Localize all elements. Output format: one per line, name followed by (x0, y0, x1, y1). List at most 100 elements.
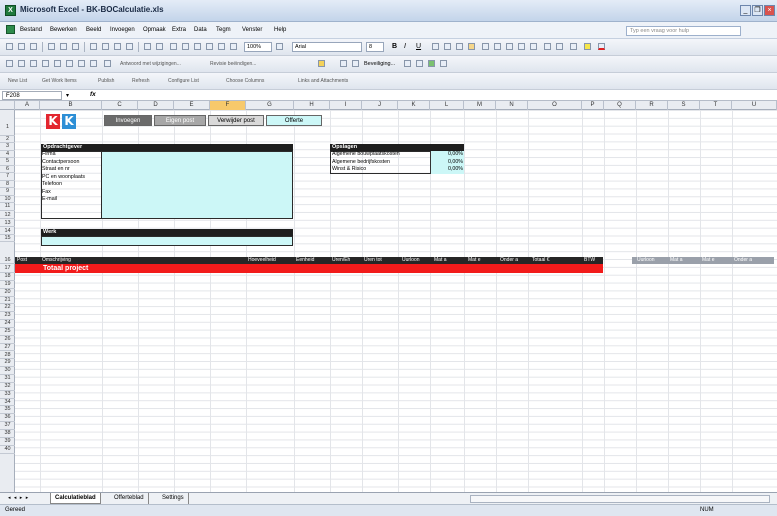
verwijder-post-button[interactable]: Verwijder post (208, 115, 264, 126)
row-header[interactable]: 21 (0, 297, 15, 305)
align-left-icon[interactable] (432, 43, 439, 50)
row-header[interactable]: 29 (0, 359, 15, 368)
fx-icon[interactable]: fx (90, 91, 96, 98)
close-button[interactable]: × (764, 5, 775, 16)
eigen-post-button[interactable]: Eigen post (154, 115, 206, 126)
row-header[interactable]: 33 (0, 391, 15, 399)
name-box-dropdown-icon[interactable]: ▾ (66, 92, 69, 99)
menu-invoegen[interactable]: Invoegen (110, 27, 135, 33)
col-header[interactable]: L (430, 101, 464, 110)
col-header[interactable]: O (528, 101, 582, 110)
row-header[interactable]: 24 (0, 320, 15, 328)
sheet-tab-settings[interactable]: Settings (158, 493, 189, 504)
underline-button[interactable]: U (416, 43, 421, 50)
col-header[interactable]: I (330, 101, 362, 110)
comment-icon[interactable] (18, 60, 25, 67)
percent-icon[interactable] (494, 43, 501, 50)
row-header[interactable]: 18 (0, 273, 15, 281)
ink-annotations-icon[interactable] (78, 60, 85, 67)
totaal-project-row[interactable]: Totaal project (15, 264, 603, 273)
row-header[interactable]: 8 (0, 181, 15, 188)
sort-asc-icon[interactable] (194, 43, 201, 50)
redo-icon[interactable] (156, 43, 163, 50)
reply-icon[interactable] (104, 60, 111, 67)
row-header[interactable]: 3 (0, 143, 15, 151)
row-header[interactable]: 15 (0, 235, 15, 242)
col-header[interactable]: R (636, 101, 668, 110)
tb3-new-list[interactable]: New List (8, 78, 27, 84)
row-header[interactable]: 2 (0, 136, 15, 143)
row-header[interactable]: 12 (0, 211, 15, 219)
row-header[interactable]: 38 (0, 430, 15, 438)
italic-button[interactable]: I (404, 43, 406, 50)
row-header[interactable]: 11 (0, 203, 15, 211)
name-box[interactable]: F208 (2, 91, 62, 100)
row-header[interactable]: 6 (0, 166, 15, 173)
menu-venster[interactable]: Venster (242, 27, 262, 33)
menu-extra[interactable]: Extra (172, 27, 186, 33)
tb3-publish[interactable]: Publish (98, 78, 114, 84)
track-changes-icon[interactable] (42, 60, 49, 67)
help-search-input[interactable]: Typ een vraag voor hulp (626, 26, 741, 36)
row-header[interactable]: 23 (0, 312, 15, 321)
menu-opmaak[interactable]: Opmaak (143, 27, 166, 33)
zoom-select[interactable]: 100% (244, 42, 272, 52)
row-header[interactable]: 30 (0, 367, 15, 376)
spelling-icon[interactable] (72, 43, 79, 50)
sort-desc-icon[interactable] (206, 43, 213, 50)
help-icon[interactable] (276, 43, 283, 50)
row-header[interactable]: 27 (0, 344, 15, 352)
copy-icon[interactable] (102, 43, 109, 50)
tb3-configure-list[interactable]: Configure List (168, 78, 199, 84)
tb3-refresh[interactable]: Refresh (132, 78, 150, 84)
hyperlink-icon[interactable] (170, 43, 177, 50)
col-header[interactable]: Q (604, 101, 636, 110)
menu-bestand[interactable]: Bestand (20, 27, 42, 33)
bold-button[interactable]: B (392, 43, 397, 50)
delete-comment-icon[interactable] (66, 60, 73, 67)
font-select[interactable]: Arial (292, 42, 362, 52)
row-header[interactable]: 39 (0, 438, 15, 446)
sheet-nav-arrows[interactable]: ◂ ◂ ▸ ▸ (4, 493, 33, 504)
vba-editor-icon[interactable] (404, 60, 411, 67)
script-editor-icon[interactable] (440, 60, 447, 67)
sheet-tab-calculatieblad[interactable]: Calculatieblad (50, 493, 101, 504)
control-toolbox-icon[interactable] (416, 60, 423, 67)
col-header[interactable]: M (464, 101, 496, 110)
row-header[interactable]: 17 (0, 264, 15, 273)
align-right-icon[interactable] (456, 43, 463, 50)
row-header[interactable]: 5 (0, 158, 15, 166)
row-header[interactable]: 9 (0, 188, 15, 196)
autosum-icon[interactable] (182, 43, 189, 50)
currency-icon[interactable] (482, 43, 489, 50)
menu-data[interactable]: Data (194, 27, 207, 33)
row-header[interactable]: 32 (0, 383, 15, 391)
align-center-icon[interactable] (444, 43, 451, 50)
drawing-icon[interactable] (230, 43, 237, 50)
print-icon[interactable] (48, 43, 55, 50)
tb3-get-work-items[interactable]: Get Work Items (42, 78, 77, 84)
col-header[interactable]: U (732, 101, 777, 110)
menu-help[interactable]: Help (274, 27, 286, 33)
design-mode-icon[interactable] (428, 60, 435, 67)
col-header[interactable]: P (582, 101, 604, 110)
increase-indent-icon[interactable] (556, 43, 563, 50)
col-header[interactable]: T (700, 101, 732, 110)
row-header[interactable]: 26 (0, 336, 15, 344)
open-icon[interactable] (18, 43, 25, 50)
minimize-button[interactable]: _ (740, 5, 751, 16)
col-header[interactable]: J (362, 101, 398, 110)
row-header[interactable]: 7 (0, 173, 15, 181)
save-icon[interactable] (30, 43, 37, 50)
tb3-links-attachments[interactable]: Links and Attachments (298, 78, 348, 84)
row-header[interactable]: 10 (0, 196, 15, 203)
end-review-label[interactable]: Revisie beëindigen... (210, 61, 256, 67)
row-header[interactable]: 40 (0, 446, 15, 454)
restore-button[interactable]: ❐ (752, 5, 763, 16)
run-icon[interactable] (340, 60, 347, 67)
cut-icon[interactable] (90, 43, 97, 50)
row-header[interactable]: 14 (0, 227, 15, 235)
row-header[interactable]: 1 (0, 110, 15, 136)
record-icon[interactable] (352, 60, 359, 67)
reply-changes-label[interactable]: Antwoord met wijzigingen... (120, 61, 181, 67)
